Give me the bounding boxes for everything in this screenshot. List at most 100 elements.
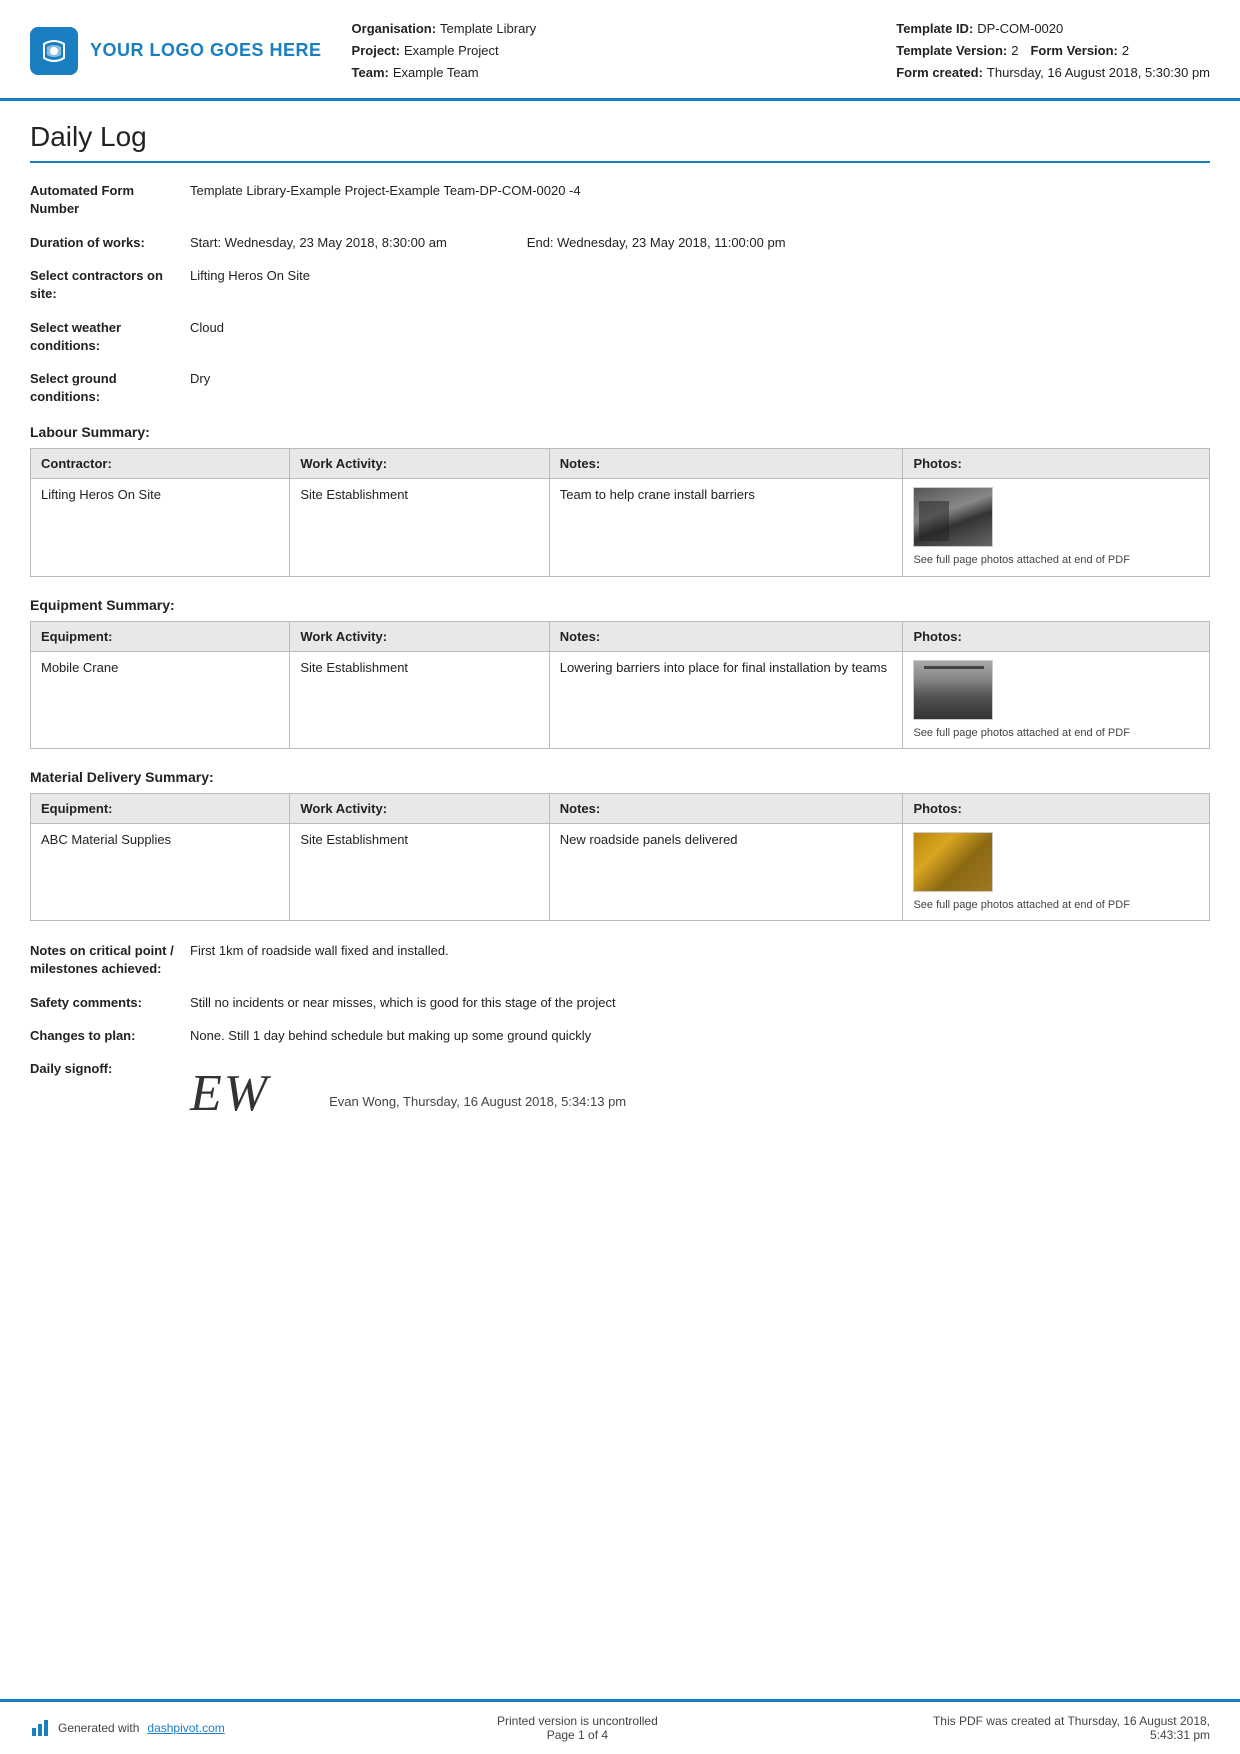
equip-col-photos: Photos: xyxy=(903,621,1210,651)
mat-col-notes: Notes: xyxy=(549,793,903,823)
footer-right: This PDF was created at Thursday, 16 Aug… xyxy=(930,1714,1210,1742)
labour-summary-table: Contractor: Work Activity: Notes: Photos… xyxy=(30,448,1210,576)
changes-label: Changes to plan: xyxy=(30,1026,190,1045)
template-version-value: 2 xyxy=(1011,40,1018,62)
critical-notes-value: First 1km of roadside wall fixed and ins… xyxy=(190,941,1210,961)
equipment-summary-heading: Equipment Summary: xyxy=(30,597,1210,613)
photo-thumbnail xyxy=(913,832,993,892)
equip-col-activity: Work Activity: xyxy=(290,621,549,651)
table-row: Mobile Crane Site Establishment Lowering… xyxy=(31,651,1210,748)
labour-summary-heading: Labour Summary: xyxy=(30,424,1210,440)
page-footer: Generated with dashpivot.com Printed ver… xyxy=(0,1699,1240,1754)
footer-center: Printed version is uncontrolled Page 1 o… xyxy=(497,1714,658,1742)
equipment-summary-table: Equipment: Work Activity: Notes: Photos:… xyxy=(30,621,1210,749)
template-id-value: DP-COM-0020 xyxy=(977,18,1063,40)
footer-printed-version: Printed version is uncontrolled xyxy=(497,1714,658,1728)
org-label: Organisation: xyxy=(352,18,437,40)
form-version-label: Form Version: xyxy=(1030,40,1117,62)
form-title: Daily Log xyxy=(30,121,1210,163)
page-header: YOUR LOGO GOES HERE Organisation: Templa… xyxy=(0,0,1240,101)
mat-photos-cell: See full page photos attached at end of … xyxy=(903,823,1210,920)
labour-col-photos: Photos: xyxy=(903,449,1210,479)
photo-thumbnail xyxy=(913,487,993,547)
mat-col-equipment: Equipment: xyxy=(31,793,290,823)
ground-row: Select ground conditions: Dry xyxy=(30,369,1210,406)
template-id-label: Template ID: xyxy=(896,18,973,40)
duration-value: Start: Wednesday, 23 May 2018, 8:30:00 a… xyxy=(190,233,1210,253)
form-created-label: Form created: xyxy=(896,62,983,84)
equip-col-notes: Notes: xyxy=(549,621,903,651)
signoff-label: Daily signoff: xyxy=(30,1060,190,1076)
weather-label: Select weather conditions: xyxy=(30,318,190,355)
mat-equipment-cell: ABC Material Supplies xyxy=(31,823,290,920)
footer-generated-text: Generated with xyxy=(58,1721,139,1735)
footer-pdf-created-date: Thursday, 16 August 2018, 5:43:31 pm xyxy=(1067,1714,1210,1742)
footer-left: Generated with dashpivot.com xyxy=(30,1718,225,1738)
logo-icon xyxy=(30,27,78,75)
signoff-row: Daily signoff: EW Evan Wong, Thursday, 1… xyxy=(30,1060,1210,1124)
changes-value: None. Still 1 day behind schedule but ma… xyxy=(190,1026,1210,1046)
duration-label: Duration of works: xyxy=(30,233,190,252)
logo-section: YOUR LOGO GOES HERE xyxy=(30,18,322,84)
labour-contractor-cell: Lifting Heros On Site xyxy=(31,479,290,576)
photo-caption: See full page photos attached at end of … xyxy=(913,726,1129,740)
signoff-content: EW Evan Wong, Thursday, 16 August 2018, … xyxy=(190,1060,626,1124)
mat-col-activity: Work Activity: xyxy=(290,793,549,823)
mat-activity-cell: Site Establishment xyxy=(290,823,549,920)
labour-col-notes: Notes: xyxy=(549,449,903,479)
material-summary-table: Equipment: Work Activity: Notes: Photos:… xyxy=(30,793,1210,921)
automated-form-number-value: Template Library-Example Project-Example… xyxy=(190,181,1210,201)
table-row: Lifting Heros On Site Site Establishment… xyxy=(31,479,1210,576)
mat-col-photos: Photos: xyxy=(903,793,1210,823)
automated-form-number-row: Automated Form Number Template Library-E… xyxy=(30,181,1210,218)
safety-comments-row: Safety comments: Still no incidents or n… xyxy=(30,993,1210,1013)
main-content: Daily Log Automated Form Number Template… xyxy=(0,101,1240,1426)
weather-row: Select weather conditions: Cloud xyxy=(30,318,1210,355)
labour-photos-cell: See full page photos attached at end of … xyxy=(903,479,1210,576)
critical-notes-label: Notes on critical point / milestones ach… xyxy=(30,941,190,978)
dashpivot-logo-icon xyxy=(30,1718,50,1738)
project-value: Example Project xyxy=(404,40,499,62)
equip-notes-cell: Lowering barriers into place for final i… xyxy=(549,651,903,748)
duration-row: Duration of works: Start: Wednesday, 23 … xyxy=(30,233,1210,253)
form-version-value: 2 xyxy=(1122,40,1129,62)
footer-dashpivot-link[interactable]: dashpivot.com xyxy=(147,1721,224,1735)
org-value: Template Library xyxy=(440,18,536,40)
photo-caption: See full page photos attached at end of … xyxy=(913,553,1129,567)
weather-value: Cloud xyxy=(190,318,1210,338)
header-meta-right: Template ID: DP-COM-0020 Template Versio… xyxy=(876,18,1210,84)
notes-section: Notes on critical point / milestones ach… xyxy=(30,941,1210,1045)
labour-activity-cell: Site Establishment xyxy=(290,479,549,576)
labour-col-activity: Work Activity: xyxy=(290,449,549,479)
mat-notes-cell: New roadside panels delivered xyxy=(549,823,903,920)
contractors-row: Select contractors on site: Lifting Hero… xyxy=(30,266,1210,303)
material-summary-heading: Material Delivery Summary: xyxy=(30,769,1210,785)
photo-thumbnail xyxy=(913,660,993,720)
equip-activity-cell: Site Establishment xyxy=(290,651,549,748)
duration-end: End: Wednesday, 23 May 2018, 11:00:00 pm xyxy=(527,233,786,253)
template-version-label: Template Version: xyxy=(896,40,1007,62)
ground-label: Select ground conditions: xyxy=(30,369,190,406)
footer-pdf-created-text: This PDF was created at xyxy=(933,1714,1064,1728)
form-created-value: Thursday, 16 August 2018, 5:30:30 pm xyxy=(987,62,1210,84)
logo-text: YOUR LOGO GOES HERE xyxy=(90,40,322,62)
changes-row: Changes to plan: None. Still 1 day behin… xyxy=(30,1026,1210,1046)
labour-notes-cell: Team to help crane install barriers xyxy=(549,479,903,576)
photo-cell: See full page photos attached at end of … xyxy=(913,487,1199,567)
table-row: ABC Material Supplies Site Establishment… xyxy=(31,823,1210,920)
project-label: Project: xyxy=(352,40,400,62)
ground-value: Dry xyxy=(190,369,1210,389)
photo-caption: See full page photos attached at end of … xyxy=(913,898,1129,912)
photo-cell: See full page photos attached at end of … xyxy=(913,660,1199,740)
contractors-label: Select contractors on site: xyxy=(30,266,190,303)
team-value: Example Team xyxy=(393,62,479,84)
labour-col-contractor: Contractor: xyxy=(31,449,290,479)
equip-col-equipment: Equipment: xyxy=(31,621,290,651)
duration-start: Start: Wednesday, 23 May 2018, 8:30:00 a… xyxy=(190,233,447,253)
safety-comments-value: Still no incidents or near misses, which… xyxy=(190,993,1210,1013)
contractors-value: Lifting Heros On Site xyxy=(190,266,1210,286)
equip-equipment-cell: Mobile Crane xyxy=(31,651,290,748)
safety-comments-label: Safety comments: xyxy=(30,993,190,1012)
footer-page-label: Page 1 of 4 xyxy=(497,1728,658,1742)
automated-form-number-label: Automated Form Number xyxy=(30,181,190,218)
